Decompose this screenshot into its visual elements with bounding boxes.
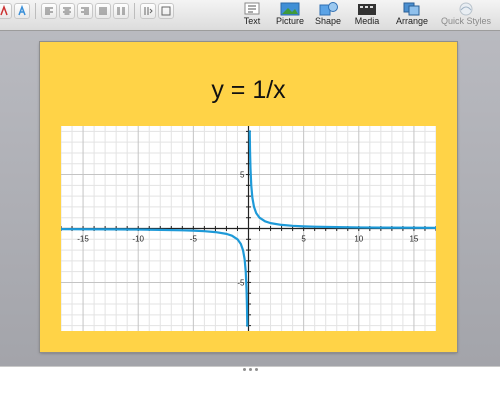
arrange-label: Arrange (395, 16, 429, 26)
x-tick-label: -5 (190, 235, 198, 244)
picture-label: Picture (275, 16, 304, 26)
align-right-button[interactable] (77, 3, 93, 19)
justify-button[interactable] (95, 3, 111, 19)
align-left-icon (45, 7, 53, 15)
text-box-icon (239, 2, 265, 16)
font-color-icon (0, 5, 8, 16)
media-label: Media (354, 16, 380, 26)
align-left-button[interactable] (41, 3, 57, 19)
text-direction-button[interactable] (140, 3, 156, 19)
align-right-icon (81, 7, 89, 15)
media-icon (354, 2, 380, 16)
font-color-button[interactable] (0, 3, 12, 19)
align-center-icon (63, 7, 71, 15)
arrange-button[interactable]: Arrange (392, 0, 432, 30)
picture-icon (277, 2, 303, 16)
text-effects-icon (18, 5, 26, 16)
x-tick-label: -10 (132, 235, 144, 244)
pane-resize-grip[interactable] (243, 368, 258, 371)
notes-pane[interactable] (0, 366, 500, 407)
slide[interactable]: y = 1/x -15 -10 -5 5 10 15 -5 5 (40, 42, 457, 352)
columns-icon (117, 7, 125, 15)
font-format-group (0, 3, 174, 21)
justify-icon (99, 7, 107, 15)
toolbar-divider (35, 3, 36, 19)
align-center-button[interactable] (59, 3, 75, 19)
insert-shape-button[interactable]: Shape (312, 0, 344, 30)
columns-button[interactable] (113, 3, 129, 19)
insert-picture-button[interactable]: Picture (272, 0, 308, 30)
insert-media-button[interactable]: Media (350, 0, 384, 30)
function-graph[interactable]: -15 -10 -5 5 10 15 -5 5 (61, 126, 436, 331)
x-tick-label: 10 (354, 235, 363, 244)
y-tick-label: 5 (240, 171, 245, 180)
x-tick-label: 5 (301, 235, 306, 244)
text-effects-button[interactable] (14, 3, 30, 19)
quick-styles-button[interactable]: Quick Styles (436, 0, 496, 30)
text-box-options-icon (161, 6, 171, 16)
shape-icon (315, 2, 341, 16)
text-label: Text (243, 16, 261, 26)
insert-text-box-button[interactable]: Text (237, 0, 267, 30)
quick-styles-label: Quick Styles (440, 16, 491, 26)
slide-canvas-area: y = 1/x -15 -10 -5 5 10 15 -5 5 (0, 31, 500, 366)
text-direction-icon (144, 7, 153, 15)
ribbon-toolbar: Text Picture Shape Media Arrange Quick S… (0, 0, 500, 31)
text-box-options-button[interactable] (158, 3, 174, 19)
toolbar-divider (134, 3, 135, 19)
quick-styles-icon (453, 2, 479, 16)
x-tick-label: -15 (77, 235, 89, 244)
arrange-icon (399, 2, 425, 16)
shape-label: Shape (314, 16, 342, 26)
x-tick-label: 15 (409, 235, 418, 244)
slide-title[interactable]: y = 1/x (40, 76, 457, 105)
y-tick-label: -5 (237, 278, 245, 287)
